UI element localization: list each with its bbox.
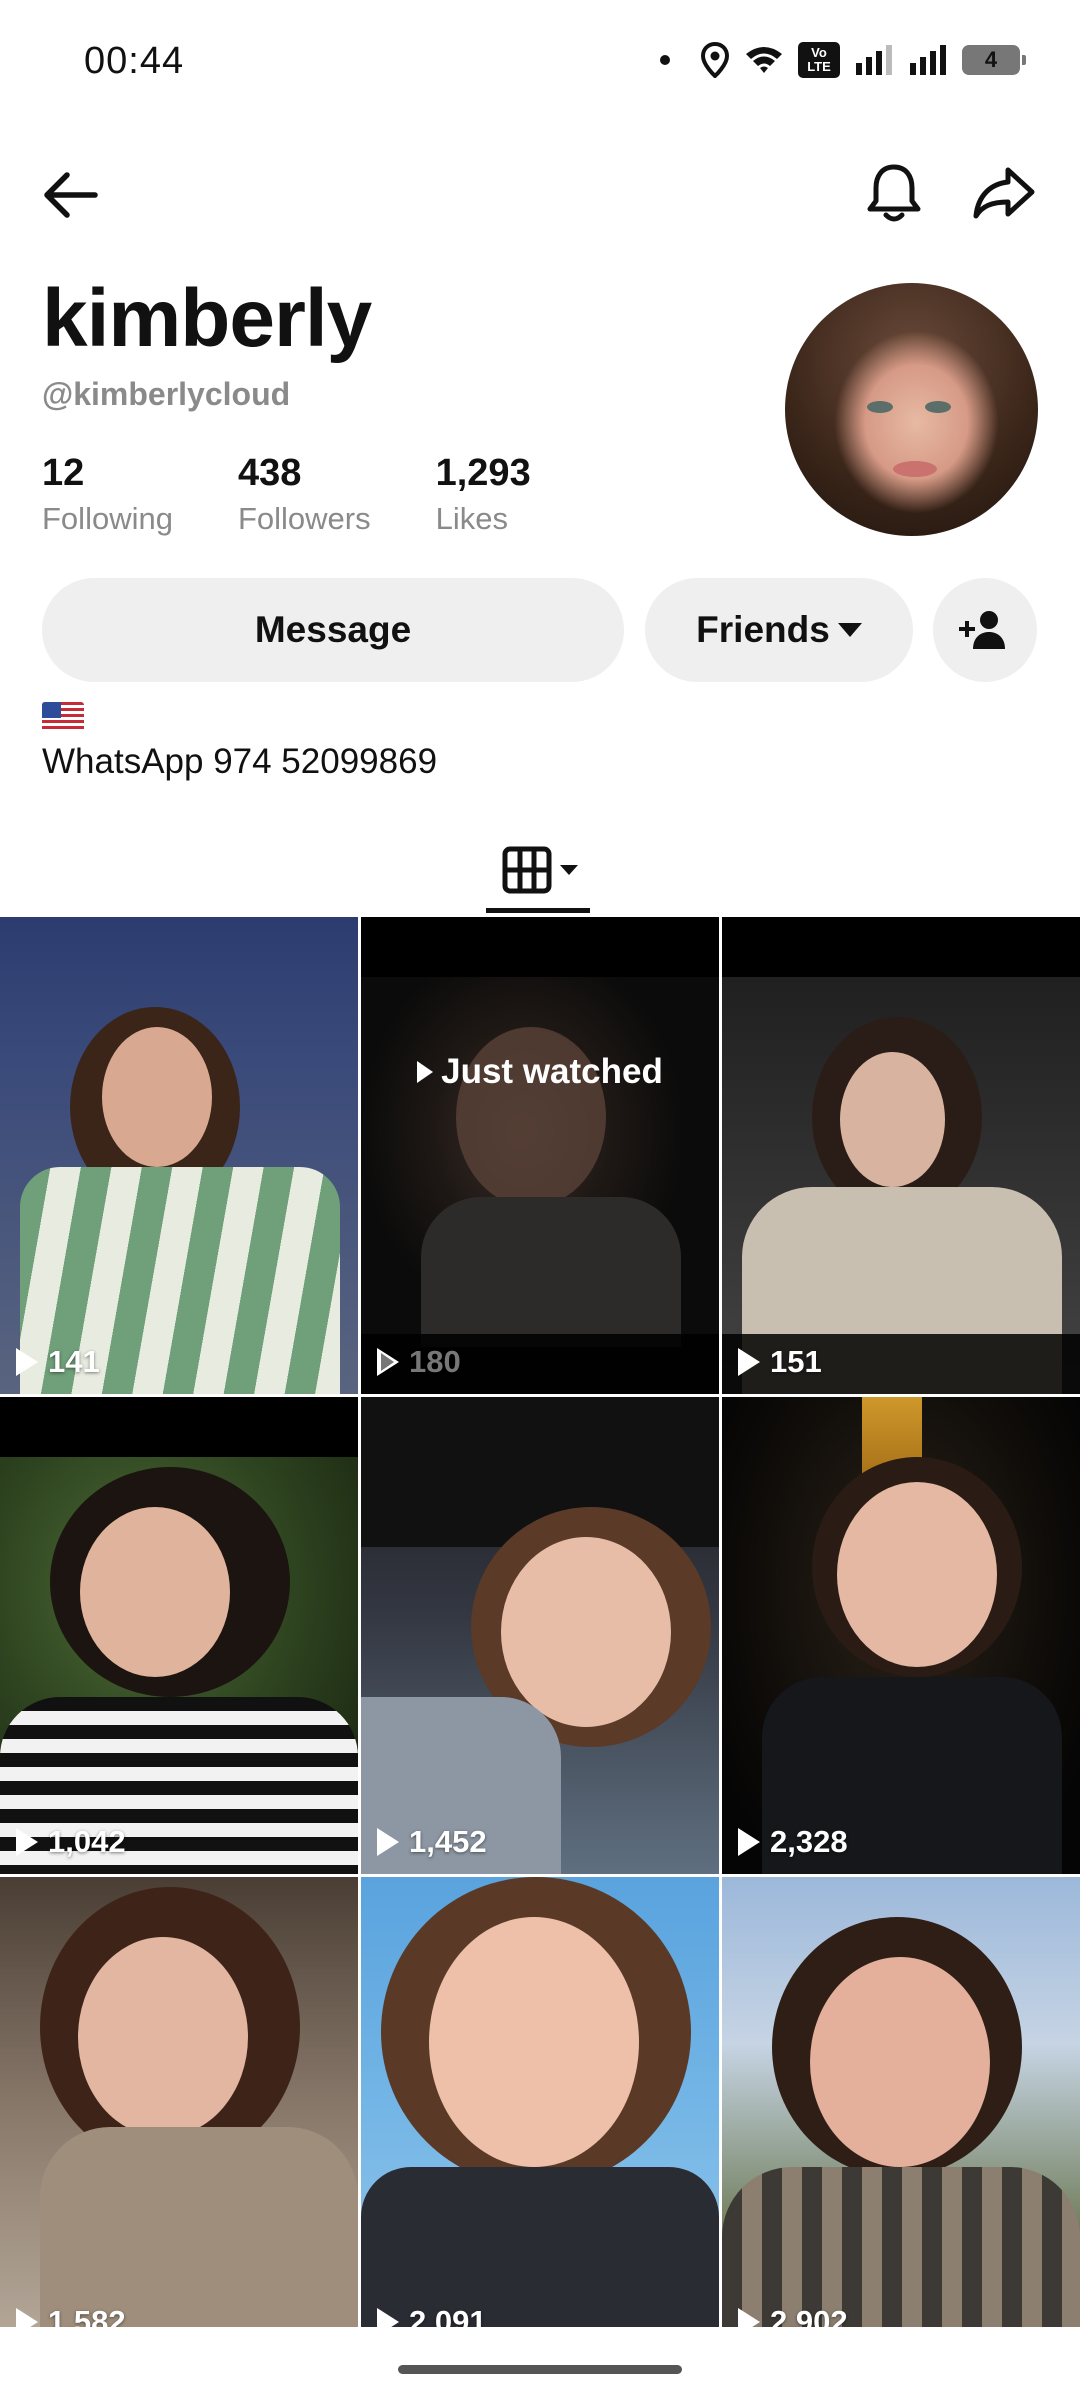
battery-icon: 4 <box>962 45 1026 75</box>
view-count: 151 <box>738 1344 822 1380</box>
video-tile[interactable]: 1,042 <box>0 1397 358 1874</box>
just-watched-label: Just watched <box>361 1052 719 1092</box>
stat-label: Likes <box>435 501 508 536</box>
stat-label: Following <box>42 501 173 536</box>
caret-down-icon <box>837 623 862 637</box>
signal-2-icon <box>910 45 946 75</box>
video-tile[interactable]: 2,902 <box>722 1877 1080 2354</box>
friends-button[interactable]: Friends <box>645 578 913 682</box>
back-button[interactable] <box>30 155 110 235</box>
notifications-button[interactable] <box>854 153 934 233</box>
video-tile[interactable]: 151 <box>722 917 1080 1394</box>
us-flag-icon <box>42 702 84 732</box>
stat-value: 12 <box>42 452 85 494</box>
video-tile-just-watched[interactable]: Just watched 180 <box>361 917 719 1394</box>
caret-down-icon <box>560 865 578 875</box>
tab-videos-grid[interactable] <box>486 825 594 915</box>
stat-following[interactable]: 12 Following <box>42 452 173 537</box>
view-count: 141 <box>16 1344 100 1380</box>
notification-dot-icon <box>660 55 670 65</box>
grid-icon <box>502 846 552 894</box>
tab-underline <box>486 908 590 913</box>
play-icon <box>738 1348 760 1376</box>
view-count: 1,042 <box>16 1824 126 1860</box>
video-tile[interactable]: 1,582 <box>0 1877 358 2354</box>
video-tile[interactable]: 141 <box>0 917 358 1394</box>
play-icon <box>417 1061 434 1083</box>
avatar-eye-right <box>925 401 951 413</box>
add-friend-button[interactable] <box>933 578 1037 682</box>
avatar-lips <box>893 461 937 477</box>
share-button[interactable] <box>964 153 1044 233</box>
signal-1-icon <box>856 45 892 75</box>
home-indicator[interactable] <box>398 2365 682 2374</box>
stat-followers[interactable]: 438 Followers <box>238 452 371 537</box>
play-icon <box>377 1348 399 1376</box>
status-bar: 00:44 Vo LTE 4 <box>0 0 1080 125</box>
wifi-icon <box>746 47 782 73</box>
video-grid: 141 Just watched 180 151 1,042 1,452 2,3 <box>0 917 1080 2354</box>
status-time: 00:44 <box>84 40 185 82</box>
play-icon <box>16 1348 38 1376</box>
share-arrow-icon <box>973 167 1035 219</box>
message-button[interactable]: Message <box>42 578 624 682</box>
stat-label: Followers <box>237 501 371 536</box>
view-count: 180 <box>377 1344 461 1380</box>
bio-text: WhatsApp 974 52099869 <box>42 742 438 781</box>
person-add-icon <box>959 611 1005 649</box>
avatar-eye-left <box>867 401 893 413</box>
play-icon <box>16 1828 38 1856</box>
play-icon <box>738 1828 760 1856</box>
profile-stats: 12 Following 438 Followers 1,293 Likes <box>42 452 596 537</box>
bell-icon <box>867 164 921 222</box>
system-nav-bar <box>0 2327 1080 2392</box>
stat-value: 438 <box>237 452 302 494</box>
username: @kimberlycloud <box>42 376 291 412</box>
arrow-left-icon <box>44 172 98 218</box>
display-name: kimberly <box>42 273 372 364</box>
status-icons: Vo LTE 4 <box>660 40 1026 80</box>
message-button-label: Message <box>254 609 412 650</box>
battery-level: 4 <box>984 47 998 72</box>
stat-likes: 1,293 Likes <box>436 452 531 537</box>
video-tile[interactable]: 2,328 <box>722 1397 1080 1874</box>
play-icon <box>377 1828 399 1856</box>
video-tile[interactable]: 2,091 <box>361 1877 719 2354</box>
view-count: 2,328 <box>738 1824 848 1860</box>
friends-button-label: Friends <box>696 609 830 650</box>
location-icon <box>700 42 730 78</box>
avatar[interactable] <box>785 283 1038 536</box>
stat-value: 1,293 <box>435 452 531 494</box>
video-tile[interactable]: 1,452 <box>361 1397 719 1874</box>
view-count: 1,452 <box>377 1824 487 1860</box>
volte-icon: Vo LTE <box>798 42 840 78</box>
